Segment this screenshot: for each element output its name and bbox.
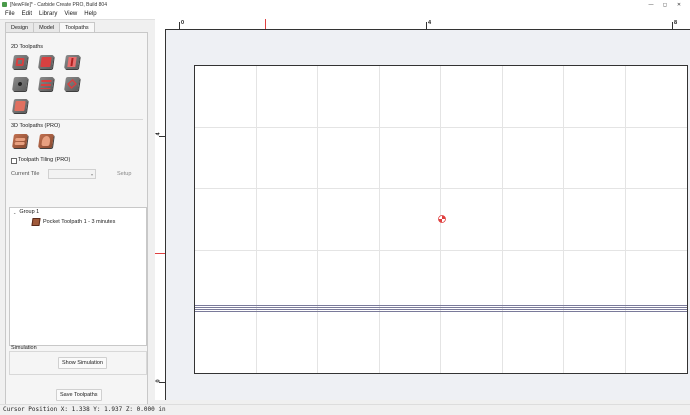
left-panel: Design Model Toolpaths 2D Toolpaths 3D T… [0, 20, 150, 412]
setup-button[interactable]: Setup [117, 171, 131, 177]
ruler-x-8: 8 [674, 20, 678, 26]
minimize-icon[interactable]: — [644, 0, 658, 9]
pocket-path-line[interactable] [195, 309, 687, 310]
title-bar: [NewFile]* - Carbide Create PRO, Build 8… [0, 0, 690, 9]
tree-group-row[interactable]: ⌄ Group 1 [13, 209, 39, 215]
toolpath-item-row[interactable]: Pocket Toolpath 1 - 3 minutes [31, 218, 116, 226]
ruler-x-4: 4 [428, 20, 432, 26]
pocket-path-line[interactable] [195, 307, 687, 308]
show-simulation-button[interactable]: Show Simulation [58, 357, 107, 369]
grid-line [379, 66, 380, 373]
toolpath-item-label: Pocket Toolpath 1 - 3 minutes [43, 219, 116, 225]
toolpaths-2d-heading: 2D Toolpaths [11, 44, 44, 50]
chamfer-toolpath-icon[interactable] [64, 77, 80, 91]
grid-line [195, 127, 687, 128]
current-tile-label: Current Tile [11, 171, 40, 177]
current-tile-select[interactable]: ▾ [48, 169, 96, 179]
ruler-tick [672, 22, 673, 29]
group-label: Group 1 [19, 209, 40, 215]
status-bar: Cursor Position X: 1.338 Y: 1.937 Z: 0.0… [0, 404, 690, 415]
canvas-area[interactable] [166, 30, 690, 400]
separator [9, 119, 143, 120]
rough-3d-toolpath-icon[interactable] [12, 134, 28, 148]
grid-line [195, 250, 687, 251]
window-controls: — ◻ ✕ [644, 0, 686, 9]
toolpath-tiling-label: Toolpath Tiling (PRO) [18, 157, 71, 163]
ruler-tick [179, 22, 180, 29]
cursor-y-marker [155, 253, 165, 254]
ruler-tick [159, 382, 165, 383]
grid-line [317, 66, 318, 373]
pocket-path-line[interactable] [195, 305, 687, 306]
pocket-toolpath-icon[interactable] [38, 55, 54, 69]
contour-toolpath-icon[interactable] [12, 55, 28, 69]
cursor-position: Cursor Position X: 1.338 Y: 1.937 Z: 0.0… [3, 406, 166, 413]
simulation-box: Show Simulation [9, 351, 147, 375]
finish-3d-toolpath-icon[interactable] [38, 134, 54, 148]
ruler-vertical: 4 0 [155, 29, 166, 400]
grid-line [625, 66, 626, 373]
drill-toolpath-icon[interactable] [12, 77, 28, 91]
chevron-down-icon[interactable]: ⌄ [13, 210, 16, 215]
toolpaths-panel: 2D Toolpaths 3D Toolpaths (PRO) Toolpath… [5, 32, 148, 412]
window-title: [NewFile]* - Carbide Create PRO, Build 8… [10, 1, 107, 8]
menu-help[interactable]: Help [84, 11, 96, 17]
texture-toolpath-icon[interactable] [38, 77, 54, 91]
grid-line [195, 188, 687, 189]
design-viewport[interactable]: 0 4 8 4 0 [155, 19, 690, 400]
menu-file[interactable]: File [5, 11, 15, 17]
grid-line [502, 66, 503, 373]
cursor-x-marker [265, 19, 266, 29]
vcarve-toolpath-icon[interactable] [64, 55, 80, 69]
panel-tabs: Design Model Toolpaths [5, 22, 95, 33]
stock-material[interactable] [194, 65, 688, 374]
app-icon [2, 2, 7, 7]
chevron-down-icon: ▾ [90, 172, 93, 177]
menu-library[interactable]: Library [39, 11, 57, 17]
toolpath-tiling-checkbox[interactable] [11, 158, 17, 164]
ruler-x-0: 0 [181, 20, 185, 26]
grid-line [563, 66, 564, 373]
grid-line [256, 66, 257, 373]
ruler-tick [426, 22, 427, 29]
maximize-icon[interactable]: ◻ [658, 0, 672, 9]
toolpath-tree: ⌄ Group 1 Pocket Toolpath 1 - 3 minutes [9, 207, 147, 346]
advanced-vcarve-icon[interactable] [12, 99, 28, 113]
toolpaths-3d-heading: 3D Toolpaths (PRO) [11, 123, 61, 129]
pocket-path-line[interactable] [195, 311, 687, 312]
save-toolpaths-button[interactable]: Save Toolpaths [56, 389, 102, 401]
menu-edit[interactable]: Edit [22, 11, 32, 17]
ruler-horizontal: 0 4 8 [165, 19, 690, 30]
menu-view[interactable]: View [64, 11, 77, 17]
origin-marker-icon [438, 215, 446, 223]
pocket-toolpath-icon [31, 218, 41, 226]
close-icon[interactable]: ✕ [672, 0, 686, 9]
ruler-tick [159, 136, 165, 137]
